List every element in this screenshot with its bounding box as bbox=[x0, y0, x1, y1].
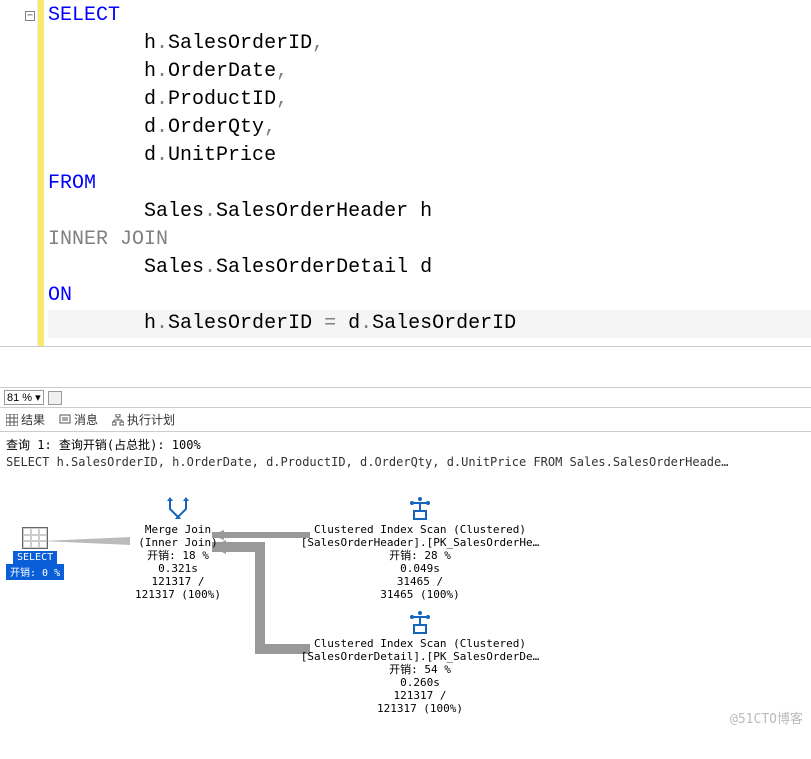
watermark: @51CTO博客 bbox=[730, 708, 803, 727]
tab-results-label: 结果 bbox=[21, 411, 45, 428]
zoom-bar: 81 % ▾ bbox=[0, 387, 811, 408]
execution-plan[interactable]: SELECT 开销: 0 % Merge Join (Inner Join) 开… bbox=[0, 471, 811, 731]
plan-icon bbox=[112, 414, 124, 426]
scan1-title: Clustered Index Scan (Clustered) bbox=[300, 523, 540, 536]
merge-rows-est: 121317 (100%) bbox=[118, 588, 238, 601]
tab-plan[interactable]: 执行计划 bbox=[112, 411, 175, 428]
merge-rows-actual: 121317 / bbox=[118, 575, 238, 588]
merge-subtype: (Inner Join) bbox=[118, 536, 238, 549]
clustered-index-scan-icon bbox=[406, 611, 434, 635]
merge-time: 0.321s bbox=[118, 562, 238, 575]
tab-results[interactable]: 结果 bbox=[6, 411, 45, 428]
messages-icon bbox=[59, 414, 71, 426]
scan2-cost: 开销: 54 % bbox=[300, 663, 540, 676]
scan1-object: [SalesOrderHeader].[PK_SalesOrderHe… bbox=[300, 536, 540, 549]
query-cost-header: 查询 1: 查询开销(占总批): 100% bbox=[0, 432, 811, 455]
results-icon bbox=[6, 414, 18, 426]
zoom-handle[interactable] bbox=[48, 391, 62, 405]
scan1-rows-est: 31465 (100%) bbox=[300, 588, 540, 601]
plan-node-merge-join[interactable]: Merge Join (Inner Join) 开销: 18 % 0.321s … bbox=[118, 497, 238, 601]
plan-node-select[interactable]: SELECT 开销: 0 % bbox=[6, 527, 64, 580]
scan1-rows-actual: 31465 / bbox=[300, 575, 540, 588]
scan2-object: [SalesOrderDetail].[PK_SalesOrderDe… bbox=[300, 650, 540, 663]
merge-title: Merge Join bbox=[118, 523, 238, 536]
merge-join-icon bbox=[164, 497, 192, 521]
chevron-down-icon: ▾ bbox=[35, 392, 41, 404]
clustered-index-scan-icon bbox=[406, 497, 434, 521]
query-sql-text: SELECT h.SalesOrderID, h.OrderDate, d.Pr… bbox=[0, 455, 811, 471]
select-result-icon bbox=[22, 527, 48, 549]
editor-body[interactable]: SELECT h.SalesOrderID, h.OrderDate, d.Pr… bbox=[44, 0, 811, 346]
tab-plan-label: 执行计划 bbox=[127, 411, 175, 428]
scan1-cost: 开销: 28 % bbox=[300, 549, 540, 562]
fold-gutter: − bbox=[0, 0, 38, 346]
plan-node-index-scan-header[interactable]: Clustered Index Scan (Clustered) [SalesO… bbox=[300, 497, 540, 601]
scan2-rows-actual: 121317 / bbox=[300, 689, 540, 702]
sql-editor[interactable]: − SELECT h.SalesOrderID, h.OrderDate, d.… bbox=[0, 0, 811, 347]
scan2-title: Clustered Index Scan (Clustered) bbox=[300, 637, 540, 650]
tab-messages[interactable]: 消息 bbox=[59, 411, 98, 428]
fold-toggle-icon[interactable]: − bbox=[25, 11, 35, 21]
select-cost: 开销: 0 % bbox=[6, 564, 64, 580]
result-tabs: 结果 消息 执行计划 bbox=[0, 408, 811, 432]
scan2-time: 0.260s bbox=[300, 676, 540, 689]
tab-messages-label: 消息 bbox=[74, 411, 98, 428]
scan1-time: 0.049s bbox=[300, 562, 540, 575]
plan-node-index-scan-detail[interactable]: Clustered Index Scan (Clustered) [SalesO… bbox=[300, 611, 540, 715]
scan2-rows-est: 121317 (100%) bbox=[300, 702, 540, 715]
select-label: SELECT bbox=[13, 551, 57, 564]
zoom-dropdown[interactable]: 81 % ▾ bbox=[4, 390, 44, 405]
merge-cost: 开销: 18 % bbox=[118, 549, 238, 562]
